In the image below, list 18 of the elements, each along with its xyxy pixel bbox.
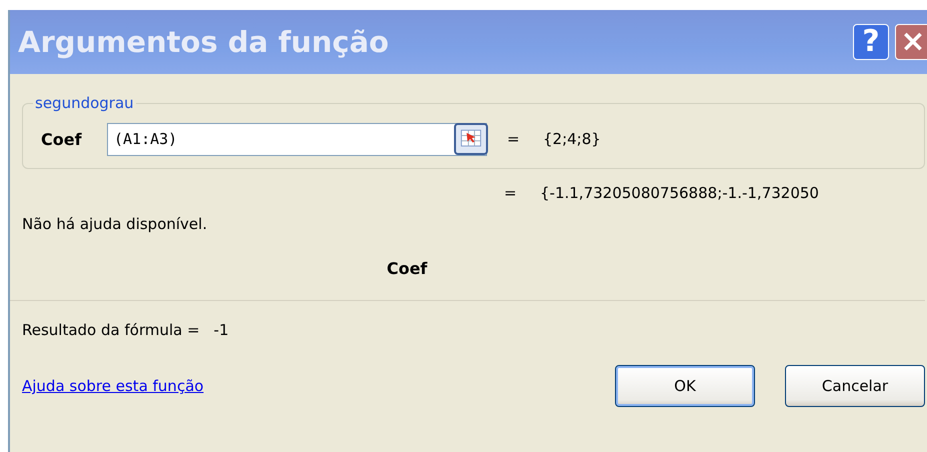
argument-result: {2;4;8}	[543, 130, 601, 148]
group-legend: segundograu	[33, 94, 136, 112]
help-button[interactable]: ?	[853, 24, 889, 60]
equals-sign: =	[504, 184, 518, 202]
dialog-button[interactable]: OK	[615, 365, 755, 407]
close-button[interactable]: ×	[895, 24, 927, 60]
help-link[interactable]: Ajuda sobre esta função	[22, 377, 585, 395]
window-title: Argumentos da função	[18, 25, 390, 59]
function-description: Não há ajuda disponível.	[22, 215, 208, 235]
argument-help: Coef	[386, 259, 428, 278]
formula-result-label: Resultado da fórmula =	[22, 321, 200, 339]
function-result: {-1.1,73205080756888;-1.-1,732050	[540, 184, 819, 202]
range-picker-icon[interactable]	[454, 123, 488, 155]
formula-result-value: -1	[214, 321, 229, 339]
dialog-button[interactable]: Cancelar	[785, 365, 925, 407]
argument-field[interactable]: (A1:A3)	[107, 122, 487, 156]
argument-label: Coef	[41, 130, 83, 148]
equals-sign: =	[507, 130, 521, 148]
